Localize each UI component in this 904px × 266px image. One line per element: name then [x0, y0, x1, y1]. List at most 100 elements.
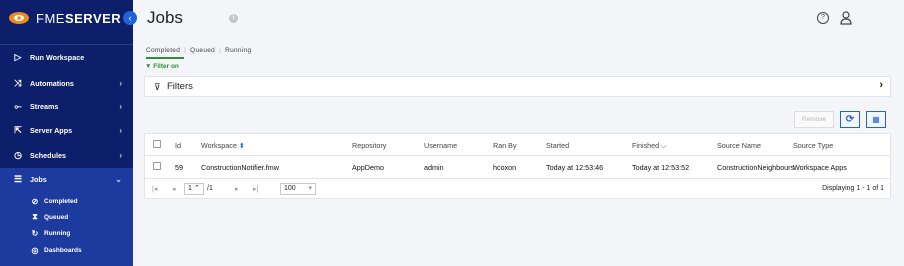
filter-on-toggle[interactable]: ▼ Filter on [145, 63, 179, 70]
sidebar-item-label: Run Workspace [30, 52, 85, 62]
cell-id: 59 [175, 163, 183, 172]
chevron-down-icon: ⌄ [115, 174, 122, 184]
filter-icon: ⊽ [154, 82, 161, 92]
column-header-repository[interactable]: Repository [352, 141, 386, 150]
filters-panel-header[interactable]: ⊽ Filters › [144, 76, 891, 97]
clock-icon: ◷ [14, 149, 22, 160]
shuffle-icon: ⤨ [14, 77, 22, 88]
sidebar-item-label: Automations [30, 78, 74, 88]
jobs-table: Id Workspace ⬍ Repository Username Ran B… [144, 133, 891, 199]
page-count-label: /1 [207, 185, 213, 192]
sidebar-item-run-workspace[interactable]: ▷ Run Workspace [0, 46, 133, 68]
column-header-source-type[interactable]: Source Type [793, 141, 833, 150]
sidebar-item-streams[interactable]: ⟜ Streams › [0, 95, 133, 117]
chevron-right-icon: › [119, 78, 122, 88]
chevron-down-icon: ⌵ [661, 141, 667, 150]
filters-label: Filters [167, 81, 193, 92]
cell-ran-by: hcoxon [493, 163, 517, 172]
table-header-row: Id Workspace ⬍ Repository Username Ran B… [145, 134, 890, 156]
cell-repository: AppDemo [352, 163, 384, 172]
sidebar-subitem-label: Completed [44, 197, 78, 205]
logo[interactable]: FMESERVER [8, 8, 121, 28]
cell-workspace: ConstructionNotifier.fmw [201, 163, 279, 172]
sidebar-subitem-label: Dashboards [44, 246, 82, 254]
cell-finished: Today at 12:53:52 [632, 163, 690, 172]
jobs-list-icon: ☰ [13, 173, 23, 184]
first-page-icon[interactable]: |◂ [152, 185, 157, 193]
page-number-value: 1 [188, 185, 192, 192]
table-row[interactable]: 59 ConstructionNotifier.fmw AppDemo admi… [145, 156, 890, 178]
remove-button[interactable]: Remove [794, 111, 834, 128]
server-apps-icon: ⇱ [14, 124, 22, 135]
sidebar-subitem-label: Queued [44, 213, 69, 221]
main-content: Jobs i ? Completed | Queued | Running ▼ … [133, 0, 904, 266]
help-icon[interactable]: ? [817, 12, 829, 24]
logo-text-light: FME [36, 10, 65, 26]
sidebar-subitem-running[interactable]: ↻ Running [0, 225, 133, 241]
column-header-label: Finished [632, 141, 660, 150]
sidebar: FMESERVER ▷ Run Workspace ⤨ Automations … [0, 0, 133, 266]
sidebar-item-label: Server Apps [30, 125, 73, 135]
sidebar-subitem-label: Running [44, 229, 71, 237]
column-header-username[interactable]: Username [424, 141, 457, 150]
column-header-finished[interactable]: Finished ⌵ [632, 141, 667, 151]
fme-logo-icon [9, 12, 29, 24]
tab-running[interactable]: Running [221, 47, 255, 59]
play-icon: ▷ [14, 51, 22, 62]
job-status-tabs: Completed | Queued | Running [146, 47, 255, 59]
sidebar-item-label: Schedules [30, 150, 66, 160]
sidebar-subitem-dashboards[interactable]: ◎ Dashboards [0, 242, 133, 258]
dropdown-caret-icon: ▾ [308, 185, 312, 192]
page-title: Jobs [147, 8, 183, 27]
page-number-input[interactable]: 1 ⌃ [184, 183, 204, 195]
sidebar-divider [0, 44, 133, 45]
column-header-label: Workspace [201, 141, 237, 150]
check-circle-icon: ⊘ [31, 196, 39, 206]
sidebar-item-server-apps[interactable]: ⇱ Server Apps › [0, 119, 133, 141]
chevron-right-icon: › [119, 101, 122, 111]
sidebar-item-label: Streams [30, 101, 59, 111]
last-page-icon[interactable]: ▸| [253, 185, 258, 193]
sidebar-item-schedules[interactable]: ◷ Schedules › [0, 144, 133, 166]
chevron-right-icon: › [119, 125, 122, 135]
sidebar-item-label: Jobs [30, 174, 47, 184]
select-all-checkbox[interactable] [153, 140, 161, 148]
columns-icon[interactable]: ▦ [866, 111, 886, 128]
page-size-value: 100 [284, 185, 296, 192]
prev-page-icon[interactable]: ◂ [172, 185, 176, 193]
column-header-source-name[interactable]: Source Name [717, 141, 761, 150]
user-icon[interactable] [840, 11, 852, 25]
logo-text: FMESERVER [36, 11, 121, 26]
next-page-icon[interactable]: ▸ [235, 185, 239, 193]
sidebar-subitem-completed[interactable]: ⊘ Completed [0, 193, 133, 209]
stream-icon: ⟜ [14, 100, 22, 111]
pagination-bar: |◂ ◂ 1 ⌃ /1 ▸ ▸| 100 ▾ Displaying 1 - 1 … [145, 178, 890, 199]
filter-on-label: Filter on [153, 63, 179, 70]
filter-funnel-icon: ▼ [145, 63, 152, 70]
tab-queued[interactable]: Queued [186, 47, 219, 59]
cell-source-type: Workspace Apps [793, 163, 847, 172]
column-header-workspace[interactable]: Workspace ⬍ [201, 141, 245, 150]
row-checkbox[interactable] [153, 162, 161, 170]
page-spinner-icon: ⌃ [193, 185, 200, 192]
page-size-select[interactable]: 100 ▾ [280, 183, 316, 195]
tab-completed[interactable]: Completed [146, 47, 185, 59]
display-count-label: Displaying 1 - 1 of 1 [822, 185, 884, 192]
cell-username: admin [424, 163, 444, 172]
dashboard-icon: ◎ [31, 245, 39, 255]
logo-text-bold: SERVER [64, 10, 122, 26]
column-header-ran-by[interactable]: Ran By [493, 141, 517, 150]
refresh-icon[interactable]: ⟳ [840, 111, 860, 128]
hourglass-icon: ⧗ [32, 212, 38, 221]
collapse-sidebar-button[interactable]: ‹ [123, 11, 137, 25]
column-header-started[interactable]: Started [546, 141, 569, 150]
column-header-id[interactable]: Id [175, 141, 181, 150]
sidebar-item-automations[interactable]: ⤨ Automations › [0, 72, 133, 94]
sort-icon: ⬍ [238, 143, 245, 150]
sidebar-subitem-queued[interactable]: ⧗ Queued [0, 209, 133, 225]
sidebar-item-jobs[interactable]: ☰ Jobs ⌄ [0, 168, 133, 190]
chevron-right-icon: › [879, 79, 883, 91]
info-icon[interactable]: i [229, 14, 238, 23]
cell-started: Today at 12:53:46 [546, 163, 604, 172]
chevron-right-icon: › [119, 150, 122, 160]
